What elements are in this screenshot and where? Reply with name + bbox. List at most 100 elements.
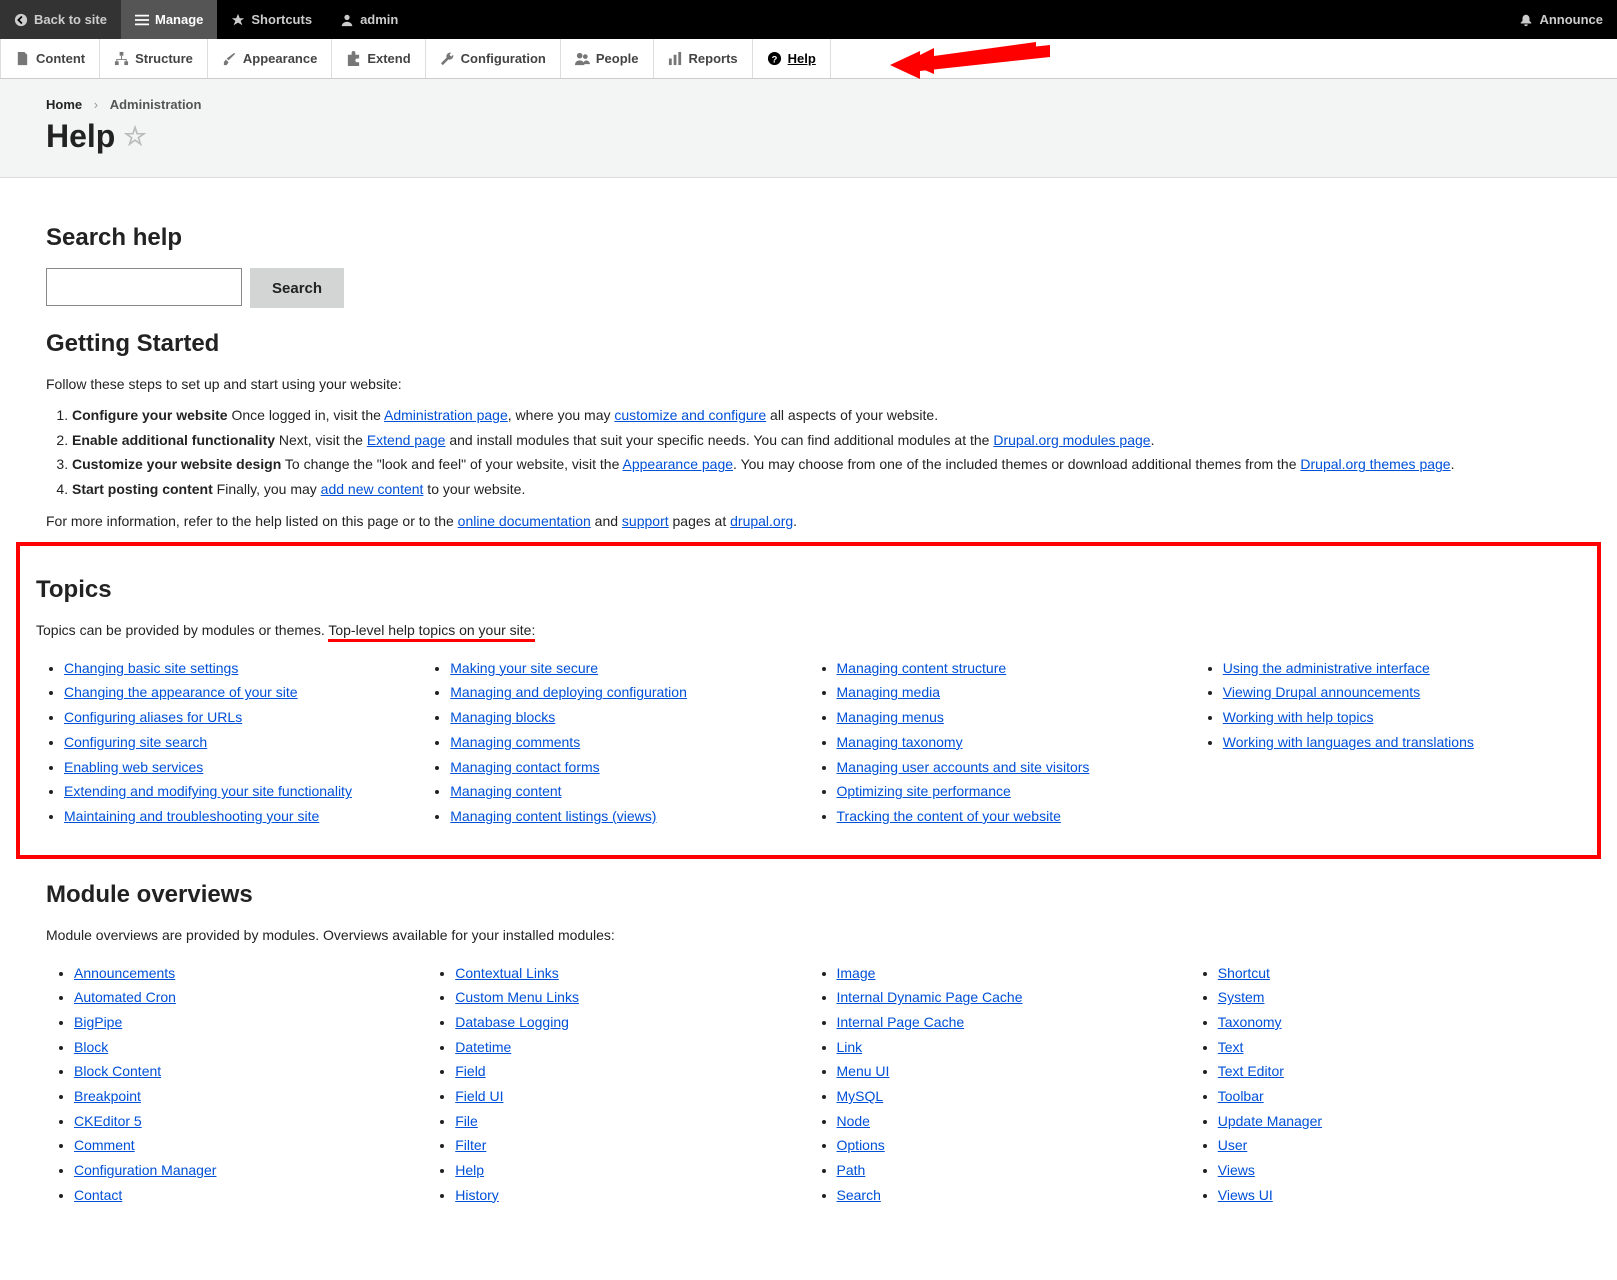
announcements-button[interactable]: Announce [1505, 0, 1617, 39]
list-item: Managing content [450, 781, 808, 803]
topic-link[interactable]: Text Editor [1218, 1063, 1284, 1079]
topic-link[interactable]: Making your site secure [450, 660, 598, 676]
link-drupal-org[interactable]: drupal.org [730, 513, 793, 529]
topic-link[interactable]: Maintaining and troubleshooting your sit… [64, 808, 319, 824]
topic-link[interactable]: History [455, 1187, 499, 1203]
topic-link[interactable]: Extending and modifying your site functi… [64, 783, 352, 799]
puzzle-icon [346, 51, 361, 66]
breadcrumb-home[interactable]: Home [46, 97, 82, 112]
topic-link[interactable]: User [1218, 1137, 1248, 1153]
topic-link[interactable]: Text [1218, 1039, 1244, 1055]
topic-link[interactable]: Views [1218, 1162, 1255, 1178]
list-item: Managing contact forms [450, 757, 808, 779]
link-drupal-modules[interactable]: Drupal.org modules page [993, 432, 1150, 448]
tab-help[interactable]: ? Help [753, 39, 831, 78]
link-add-content[interactable]: add new content [321, 481, 424, 497]
topic-link[interactable]: System [1218, 989, 1265, 1005]
topic-link[interactable]: Filter [455, 1137, 486, 1153]
tab-extend[interactable]: Extend [332, 39, 425, 78]
topic-link[interactable]: Configuring aliases for URLs [64, 709, 242, 725]
tab-people[interactable]: People [561, 39, 654, 78]
topic-link[interactable]: Viewing Drupal announcements [1223, 684, 1420, 700]
topic-link[interactable]: Database Logging [455, 1014, 569, 1030]
tab-reports[interactable]: Reports [654, 39, 753, 78]
topic-link[interactable]: Enabling web services [64, 759, 203, 775]
topic-link[interactable]: Path [837, 1162, 866, 1178]
topic-link[interactable]: Search [837, 1187, 881, 1203]
list-item: File [455, 1111, 808, 1133]
list-item: User [1218, 1135, 1571, 1157]
topic-link[interactable]: Managing contact forms [450, 759, 599, 775]
topic-link[interactable]: Announcements [74, 965, 175, 981]
tab-appearance[interactable]: Appearance [208, 39, 332, 78]
topic-link[interactable]: Changing basic site settings [64, 660, 238, 676]
topic-link[interactable]: Shortcut [1218, 965, 1270, 981]
back-to-site-button[interactable]: Back to site [0, 0, 121, 39]
topic-link[interactable]: Changing the appearance of your site [64, 684, 298, 700]
topic-link[interactable]: Block [74, 1039, 108, 1055]
topic-link[interactable]: Contact [74, 1187, 122, 1203]
search-button[interactable]: Search [250, 268, 344, 308]
link-admin-page[interactable]: Administration page [384, 407, 508, 423]
tab-structure[interactable]: Structure [100, 39, 208, 78]
topic-link[interactable]: Configuration Manager [74, 1162, 216, 1178]
shortcuts-button[interactable]: Shortcuts [217, 0, 326, 39]
topic-link[interactable]: Datetime [455, 1039, 511, 1055]
topic-link[interactable]: Managing user accounts and site visitors [837, 759, 1090, 775]
topic-link[interactable]: Working with help topics [1223, 709, 1374, 725]
topic-link[interactable]: Internal Dynamic Page Cache [837, 989, 1023, 1005]
topic-link[interactable]: Node [837, 1113, 870, 1129]
topic-link[interactable]: MySQL [837, 1088, 884, 1104]
topic-link[interactable]: BigPipe [74, 1014, 122, 1030]
topic-link[interactable]: Optimizing site performance [837, 783, 1011, 799]
topic-link[interactable]: Toolbar [1218, 1088, 1264, 1104]
topic-link[interactable]: Managing and deploying configuration [450, 684, 687, 700]
star-icon[interactable]: ☆ [123, 121, 146, 152]
link-customize-configure[interactable]: customize and configure [614, 407, 766, 423]
topic-link[interactable]: Custom Menu Links [455, 989, 579, 1005]
topic-link[interactable]: Block Content [74, 1063, 161, 1079]
search-help-input[interactable] [46, 268, 242, 306]
topic-link[interactable]: Automated Cron [74, 989, 176, 1005]
topic-link[interactable]: Taxonomy [1218, 1014, 1282, 1030]
topic-link[interactable]: CKEditor 5 [74, 1113, 142, 1129]
topic-link[interactable]: Using the administrative interface [1223, 660, 1430, 676]
bar-chart-icon [668, 51, 683, 66]
topic-link[interactable]: Breakpoint [74, 1088, 141, 1104]
link-support[interactable]: support [622, 513, 669, 529]
topic-link[interactable]: Managing comments [450, 734, 580, 750]
topic-link[interactable]: Field UI [455, 1088, 503, 1104]
topic-link[interactable]: Views UI [1218, 1187, 1273, 1203]
topic-link[interactable]: Working with languages and translations [1223, 734, 1474, 750]
topic-link[interactable]: Managing content listings (views) [450, 808, 656, 824]
topic-link[interactable]: Managing menus [837, 709, 944, 725]
link-extend-page[interactable]: Extend page [367, 432, 446, 448]
link-drupal-themes[interactable]: Drupal.org themes page [1300, 456, 1450, 472]
topic-link[interactable]: Configuring site search [64, 734, 207, 750]
manage-button[interactable]: Manage [121, 0, 217, 39]
topic-link[interactable]: Managing content [450, 783, 561, 799]
list-item: Views UI [1218, 1185, 1571, 1207]
topic-link[interactable]: Managing taxonomy [837, 734, 963, 750]
topic-link[interactable]: Contextual Links [455, 965, 559, 981]
topic-link[interactable]: Managing content structure [837, 660, 1007, 676]
topic-link[interactable]: Managing blocks [450, 709, 555, 725]
admin-user-button[interactable]: admin [326, 0, 412, 39]
topic-link[interactable]: Options [837, 1137, 885, 1153]
topic-link[interactable]: Internal Page Cache [837, 1014, 965, 1030]
topic-link[interactable]: Image [837, 965, 876, 981]
link-online-docs[interactable]: online documentation [458, 513, 591, 529]
topic-link[interactable]: Link [837, 1039, 863, 1055]
topic-link[interactable]: Field [455, 1063, 485, 1079]
topic-link[interactable]: Comment [74, 1137, 135, 1153]
topic-link[interactable]: Menu UI [837, 1063, 890, 1079]
topic-link[interactable]: Tracking the content of your website [837, 808, 1061, 824]
tab-configuration[interactable]: Configuration [426, 39, 561, 78]
topic-link[interactable]: Managing media [837, 684, 941, 700]
topic-link[interactable]: Help [455, 1162, 484, 1178]
question-circle-icon: ? [767, 51, 782, 66]
tab-content[interactable]: Content [0, 39, 100, 78]
link-appearance-page[interactable]: Appearance page [623, 456, 734, 472]
topic-link[interactable]: Update Manager [1218, 1113, 1322, 1129]
topic-link[interactable]: File [455, 1113, 478, 1129]
